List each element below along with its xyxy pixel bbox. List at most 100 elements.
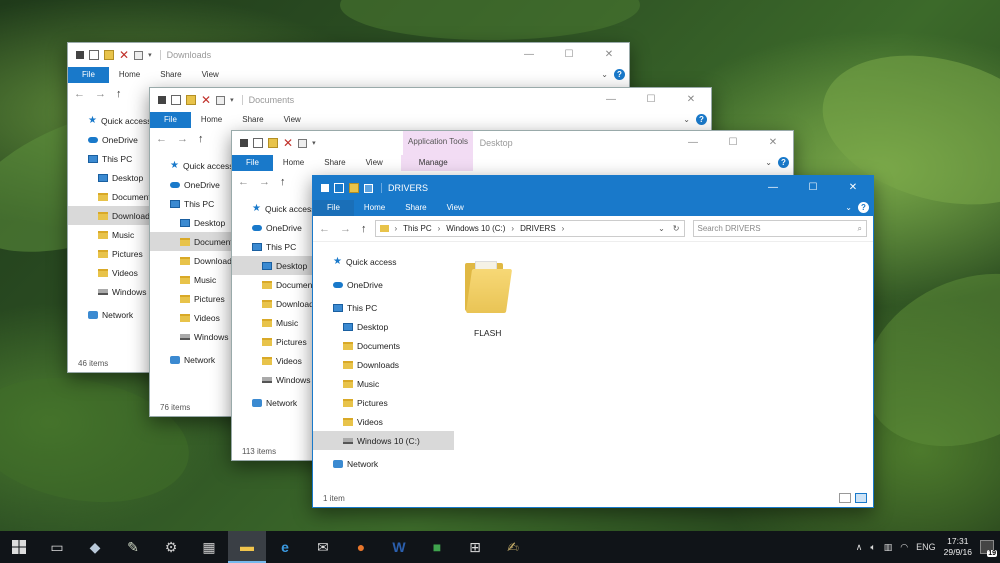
breadcrumb-separator[interactable]: › <box>438 224 441 233</box>
check-icon[interactable] <box>334 183 344 193</box>
show-hidden-icons-icon[interactable]: ∧ <box>856 542 863 553</box>
breadcrumb-drive[interactable]: Windows 10 (C:) <box>446 224 505 233</box>
rename-icon[interactable] <box>216 95 226 105</box>
tab-file[interactable]: File <box>68 67 109 83</box>
check-icon[interactable] <box>89 50 99 60</box>
taskbar-app[interactable]: ✍ <box>494 531 532 563</box>
taskbar-store[interactable]: ⊞ <box>456 531 494 563</box>
wifi-icon[interactable]: ◠ <box>900 542 908 553</box>
tab-view[interactable]: View <box>192 67 229 83</box>
address-bar[interactable]: › This PC › Windows 10 (C:) › DRIVERS › … <box>374 220 685 237</box>
nav-network[interactable]: Network <box>333 454 873 473</box>
tab-home[interactable]: Home <box>109 67 150 83</box>
taskbar-file-explorer[interactable]: ▬ <box>228 531 266 563</box>
minimize-button[interactable]: — <box>673 131 713 155</box>
maximize-button[interactable]: ☐ <box>549 43 589 67</box>
search-input[interactable]: Search DRIVERS ⌕ <box>692 220 867 237</box>
nav-quick-access[interactable]: ★ Quick access <box>333 252 873 271</box>
properties-icon[interactable] <box>158 96 166 104</box>
nav-this-pc[interactable]: This PC <box>333 298 873 317</box>
breadcrumb-separator[interactable]: › <box>511 224 514 233</box>
help-icon[interactable]: ? <box>778 157 789 168</box>
action-center-icon[interactable]: 19 <box>980 540 997 557</box>
forward-icon[interactable]: → <box>177 133 188 145</box>
back-icon[interactable]: ← <box>156 133 167 145</box>
new-folder-icon[interactable] <box>349 183 359 193</box>
up-icon[interactable]: ↑ <box>361 223 367 235</box>
taskbar-app[interactable]: ■ <box>418 531 456 563</box>
tab-share[interactable]: Share <box>314 155 355 171</box>
title-bar[interactable]: ✕ ▾ Desktop — ☐ ✕ <box>232 131 793 155</box>
back-icon[interactable]: ← <box>74 88 85 100</box>
check-icon[interactable] <box>253 138 263 148</box>
title-bar[interactable]: DRIVERS — ☐ ✕ <box>313 176 873 200</box>
maximize-button[interactable]: ☐ <box>793 176 833 200</box>
help-icon[interactable]: ? <box>696 114 707 125</box>
forward-icon[interactable]: → <box>259 176 270 188</box>
up-icon[interactable]: ↑ <box>280 176 286 188</box>
rename-icon[interactable] <box>364 183 373 193</box>
volume-icon[interactable]: 🔈︎ <box>870 542 875 553</box>
title-bar[interactable]: ✕ ▾ Downloads — ☐ ✕ <box>68 43 629 67</box>
nav-pictures[interactable]: Pictures <box>333 393 873 412</box>
delete-icon[interactable]: ✕ <box>119 49 129 61</box>
tab-share[interactable]: Share <box>232 112 273 128</box>
new-folder-icon[interactable] <box>104 50 114 60</box>
tab-file[interactable]: File <box>150 112 191 128</box>
dropdown-icon[interactable]: ▾ <box>148 51 152 59</box>
nav-downloads[interactable]: Downloads <box>333 355 873 374</box>
minimize-button[interactable]: — <box>509 43 549 67</box>
up-icon[interactable]: ↑ <box>116 88 122 100</box>
nav-documents[interactable]: Documents <box>333 336 873 355</box>
back-icon[interactable]: ← <box>319 223 330 235</box>
minimize-button[interactable]: — <box>753 176 793 200</box>
tab-view[interactable]: View <box>437 200 474 216</box>
nav-desktop[interactable]: Desktop <box>333 317 873 336</box>
nav-music[interactable]: Music <box>333 374 873 393</box>
task-view-button[interactable]: ▭ <box>38 531 76 563</box>
taskbar-calculator[interactable]: ▦ <box>190 531 228 563</box>
breadcrumb-drivers[interactable]: DRIVERS <box>520 224 556 233</box>
tab-home[interactable]: Home <box>273 155 314 171</box>
dropdown-icon[interactable]: ▾ <box>230 96 234 104</box>
close-button[interactable]: ✕ <box>671 88 711 112</box>
up-icon[interactable]: ↑ <box>198 133 204 145</box>
tab-home[interactable]: Home <box>354 200 395 216</box>
taskbar-firefox[interactable]: ● <box>342 531 380 563</box>
expand-ribbon-icon[interactable]: ⌄ <box>845 203 852 212</box>
taskbar-app[interactable]: ⚙ <box>152 531 190 563</box>
maximize-button[interactable]: ☐ <box>713 131 753 155</box>
rename-icon[interactable] <box>134 50 144 60</box>
tab-home[interactable]: Home <box>191 112 232 128</box>
history-dropdown-icon[interactable]: ⌄ <box>658 224 665 233</box>
back-icon[interactable]: ← <box>238 176 249 188</box>
expand-ribbon-icon[interactable]: ⌄ <box>765 158 772 167</box>
close-button[interactable]: ✕ <box>833 176 873 200</box>
tab-share[interactable]: Share <box>395 200 436 216</box>
dropdown-icon[interactable]: ▾ <box>312 139 316 147</box>
new-folder-icon[interactable] <box>268 138 278 148</box>
network-icon[interactable]: ▥ <box>884 542 893 553</box>
nav-onedrive[interactable]: OneDrive <box>333 275 873 294</box>
language-indicator[interactable]: ENG <box>916 542 936 552</box>
taskbar-app[interactable]: ◆ <box>76 531 114 563</box>
folder-item-label[interactable]: FLASH <box>474 328 501 338</box>
breadcrumb-separator[interactable]: › <box>562 224 565 233</box>
maximize-button[interactable]: ☐ <box>631 88 671 112</box>
start-button[interactable] <box>0 531 38 563</box>
properties-icon[interactable] <box>240 139 248 147</box>
close-button[interactable]: ✕ <box>589 43 629 67</box>
breadcrumb-this-pc[interactable]: This PC <box>403 224 431 233</box>
taskbar-mail[interactable]: ✉ <box>304 531 342 563</box>
nav-videos[interactable]: Videos <box>333 412 873 431</box>
tab-view[interactable]: View <box>356 155 393 171</box>
taskbar-app[interactable]: ✎ <box>114 531 152 563</box>
tab-manage[interactable]: Manage <box>400 155 466 171</box>
forward-icon[interactable]: → <box>95 88 106 100</box>
check-icon[interactable] <box>171 95 181 105</box>
properties-icon[interactable] <box>321 184 329 192</box>
large-icons-view-button[interactable] <box>855 493 867 503</box>
clock[interactable]: 17:31 29/9/16 <box>944 536 972 558</box>
tab-file[interactable]: File <box>232 155 273 171</box>
explorer-window-drivers[interactable]: DRIVERS — ☐ ✕ File Home Share View ⌄? ← … <box>312 175 874 508</box>
